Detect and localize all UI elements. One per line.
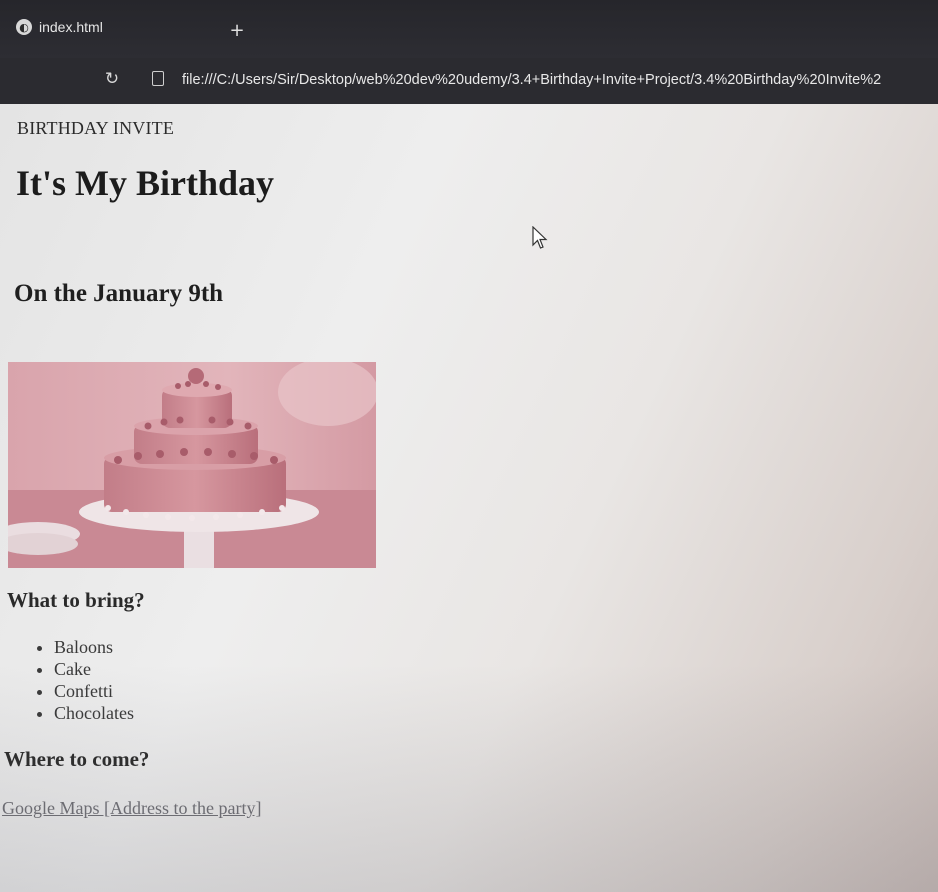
address-bar: ↻ file:///C:/Users/Sir/Desktop/web%20dev… <box>0 58 938 104</box>
list-item: Cake <box>54 658 134 680</box>
where-heading: Where to come? <box>4 747 150 771</box>
date-heading: On the January 9th <box>14 280 224 307</box>
file-icon <box>152 71 164 86</box>
list-item: Confetti <box>54 680 134 702</box>
cake-image <box>8 362 376 568</box>
bring-heading: What to bring? <box>7 588 145 612</box>
url-field[interactable]: file:///C:/Users/Sir/Desktop/web%20dev%2… <box>182 69 938 91</box>
browser-tab[interactable]: ◐ index.html <box>6 10 216 44</box>
bring-list: Baloons Cake Confetti Chocolates <box>22 636 134 724</box>
tab-bar: ◐ index.html + <box>0 0 938 58</box>
tab-title: index.html <box>39 19 103 35</box>
reload-icon[interactable]: ↻ <box>102 69 122 89</box>
globe-icon: ◐ <box>16 19 32 35</box>
list-item: Chocolates <box>54 702 134 724</box>
list-item: Baloons <box>54 636 134 658</box>
google-maps-link[interactable]: Google Maps [Address to the party] <box>2 798 261 819</box>
new-tab-button[interactable]: + <box>228 20 246 42</box>
page-heading: It's My Birthday <box>16 163 275 203</box>
document-title: BIRTHDAY INVITE <box>17 118 175 138</box>
page-viewport: BIRTHDAY INVITE It's My Birthday On the … <box>0 104 938 892</box>
mouse-cursor-icon <box>532 226 548 249</box>
